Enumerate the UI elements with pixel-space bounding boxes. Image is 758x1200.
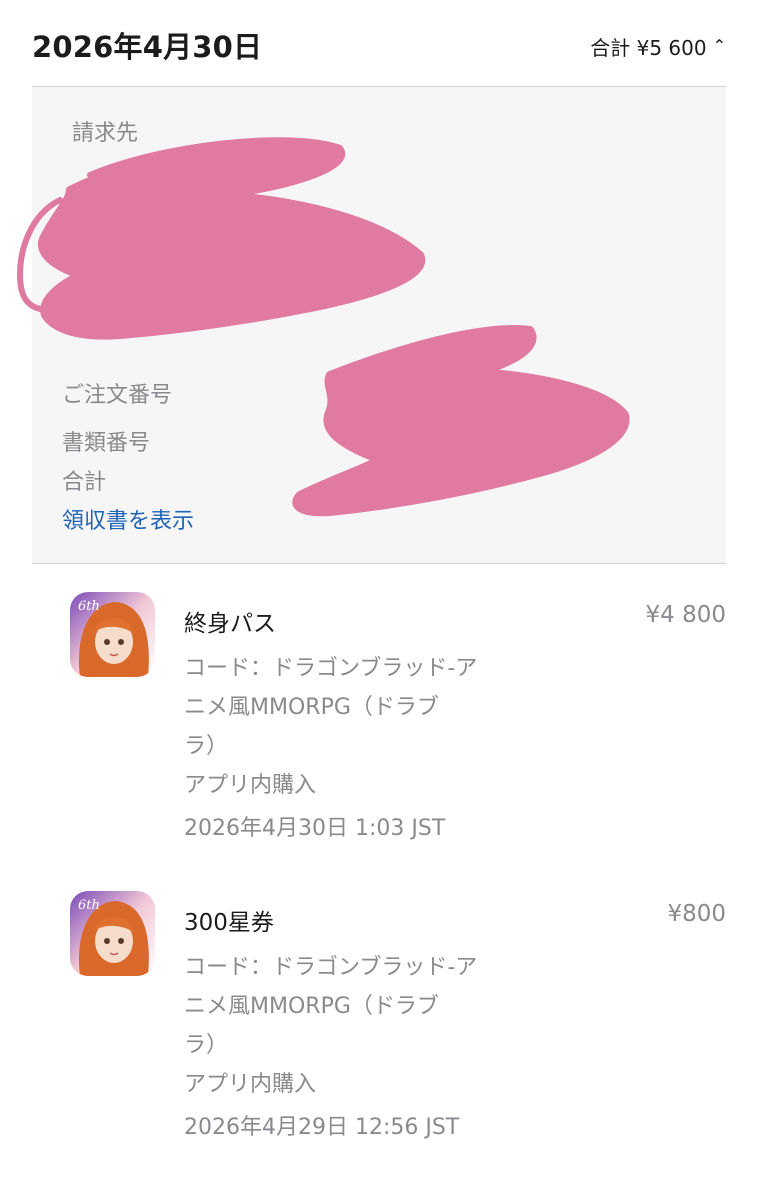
receipt-header: 2026年4月30日 合計 ¥5 600 ⌃ <box>32 20 726 70</box>
chevron-up-icon: ⌃ <box>712 36 726 55</box>
item-timestamp: 2026年4月29日 12:56 JST <box>184 1115 460 1140</box>
item-code-line: ラ） <box>184 1033 229 1058</box>
total-summary: 合計 ¥5 600 <box>590 36 707 60</box>
item-code-line: ニメ風MMORPG（ドラブ <box>184 695 439 720</box>
billed-to-label: 請求先 <box>72 121 139 146</box>
item-title: 終身パス <box>184 611 276 637</box>
item-code-line: コード：ドラゴンブラッド-ア <box>184 955 478 980</box>
total-label: 合計 <box>62 470 107 495</box>
item-price: ¥800 <box>667 901 726 927</box>
view-receipt-link[interactable]: 領収書を表示 <box>62 503 194 535</box>
item-code-line: ニメ風MMORPG（ドラブ <box>184 994 439 1019</box>
billing-details-panel: 請求先 ご注文番号 書類番号 合計 領収書を表示 <box>32 86 726 564</box>
item-type: アプリ内購入 <box>184 773 317 798</box>
total-toggle-button[interactable]: 合計 ¥5 600 ⌃ <box>590 32 726 61</box>
svg-text:6th: 6th <box>78 898 100 913</box>
purchase-date-title: 2026年4月30日 <box>32 30 263 64</box>
item-price: ¥4 800 <box>645 602 726 628</box>
order-number-label: ご注文番号 <box>62 383 173 408</box>
item-title: 300星券 <box>184 910 274 936</box>
item-code-line: ラ） <box>184 734 229 759</box>
item-code-line: コード：ドラゴンブラッド-ア <box>184 656 478 681</box>
app-icon: 6th <box>70 592 155 677</box>
item-type: アプリ内購入 <box>184 1072 317 1097</box>
item-timestamp: 2026年4月30日 1:03 JST <box>184 816 446 841</box>
svg-text:6th: 6th <box>78 599 100 614</box>
document-number-label: 書類番号 <box>62 431 151 456</box>
app-icon: 6th <box>70 891 155 976</box>
